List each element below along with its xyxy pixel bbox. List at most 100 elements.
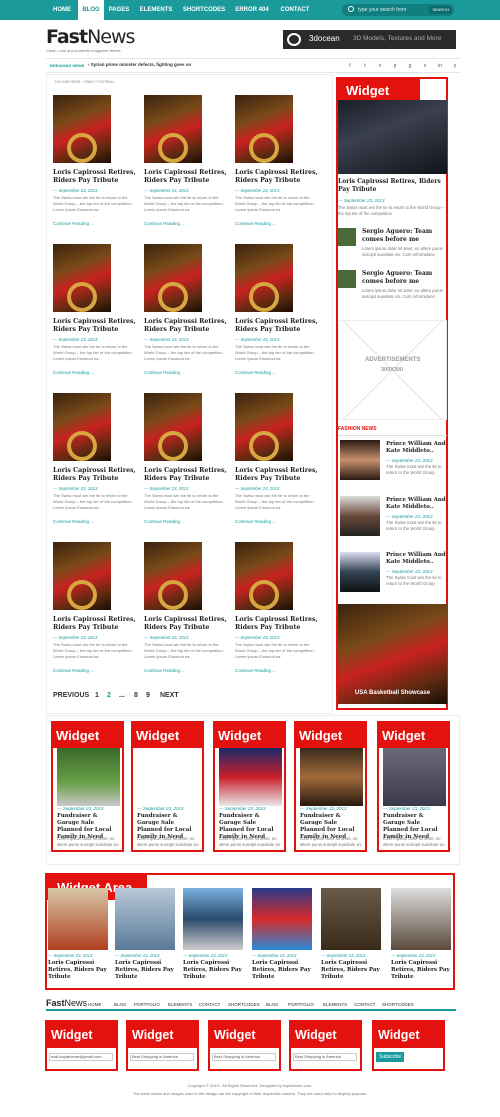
footer-nav-link[interactable]: SHORTCODES (228, 1002, 260, 1007)
pager-2[interactable]: 2 (107, 692, 111, 699)
post-title[interactable]: Loris Capirossi Retires, Riders Pay Trib… (235, 467, 319, 483)
footer-nav-link[interactable]: PORTFOLIO (134, 1002, 160, 1007)
post-title[interactable]: Loris Capirossi Retires, Riders Pay Trib… (235, 318, 319, 334)
footer-nav-link[interactable]: HOME (88, 1002, 102, 1007)
post-title[interactable]: Loris Capirossi Retires, Riders Pay Trib… (144, 467, 228, 483)
carousel-title[interactable]: Loris Capirossi Retires, Riders Pay Trib… (48, 960, 112, 981)
post-thumbnail[interactable] (144, 542, 202, 610)
post-thumbnail[interactable] (144, 95, 202, 163)
footer-logo[interactable]: FastNews (46, 998, 87, 1008)
post-thumbnail[interactable] (144, 393, 202, 461)
carousel-image[interactable] (183, 888, 243, 950)
continue-reading-link[interactable]: Continue Reading ... (144, 221, 185, 226)
carousel-title[interactable]: Loris Capirossi Retires, Riders Pay Trib… (115, 960, 179, 981)
nav-shortcodes[interactable]: Shortcodes (178, 0, 230, 20)
carousel-title[interactable]: Loris Capirossi Retires, Riders Pay Trib… (183, 960, 247, 981)
footer-nav-link[interactable]: ELEMENTS (323, 1002, 347, 1007)
nav-elements[interactable]: Elements (134, 0, 178, 20)
subscribe-button[interactable]: Subscribe (376, 1052, 405, 1062)
post-thumbnail[interactable] (53, 393, 111, 461)
carousel-image[interactable] (391, 888, 451, 950)
fashion-title[interactable]: Prince William And Kate Middleto.. (386, 441, 446, 455)
continue-reading-link[interactable]: Continue Reading ... (144, 668, 185, 673)
carousel-title[interactable]: Loris Capirossi Retires, Riders Pay Trib… (391, 960, 455, 981)
carousel-image[interactable] (252, 888, 312, 950)
usa-feature-image[interactable]: USA Basketball Showcase (338, 604, 447, 704)
nav-error[interactable]: Error 404 (230, 0, 274, 20)
post-title[interactable]: Loris Capirossi Retires, Riders Pay Trib… (144, 616, 228, 632)
carousel-title[interactable]: Loris Capirossi Retires, Riders Pay Trib… (252, 960, 316, 981)
post-title[interactable]: Loris Capirossi Retires, Riders Pay Trib… (144, 169, 228, 185)
continue-reading-link[interactable]: Continue Reading ... (235, 221, 276, 226)
post-thumbnail[interactable] (53, 244, 111, 312)
fashion-thumb[interactable] (340, 440, 380, 480)
widget-image[interactable] (300, 748, 363, 806)
pager-8[interactable]: 8 (134, 692, 138, 699)
fashion-title[interactable]: Prince William And Kate Middleto.. (386, 552, 446, 566)
post-thumbnail[interactable] (235, 244, 293, 312)
site-logo[interactable]: FastNews (46, 26, 135, 48)
footer-nav-link[interactable]: PORTFOLIO (288, 1002, 314, 1007)
fashion-title[interactable]: Prince William And Kate Middleto.. (386, 497, 446, 511)
vimeo-icon[interactable]: v (376, 62, 384, 70)
continue-reading-link[interactable]: Continue Reading ... (53, 519, 94, 524)
continue-reading-link[interactable]: Continue Reading ... (53, 221, 94, 226)
continue-reading-link[interactable]: Continue Reading ... (235, 519, 276, 524)
footer-nav-link[interactable]: BLOG (266, 1002, 279, 1007)
continue-reading-link[interactable]: Continue Reading ... (53, 668, 94, 673)
post-title[interactable]: Loris Capirossi Retires, Riders Pay Trib… (144, 318, 228, 334)
carousel-image[interactable] (321, 888, 381, 950)
post-thumbnail[interactable] (235, 542, 293, 610)
carousel-image[interactable] (115, 888, 175, 950)
post-title[interactable]: Loris Capirossi Retires, Riders Pay Trib… (53, 467, 137, 483)
sidebar-feature-title[interactable]: Loris Capirossi Retires, Riders Pay Trib… (338, 178, 448, 194)
footer-nav-link[interactable]: SHORTCODES (382, 1002, 414, 1007)
linkedin-icon[interactable]: in (436, 62, 444, 70)
shopping-field[interactable]: Best Shopping in America (130, 1053, 194, 1061)
shopping-field[interactable]: Best Shopping in America (212, 1053, 276, 1061)
breaking-text[interactable]: › Syrian prime minister defects, fightin… (88, 62, 191, 67)
continue-reading-link[interactable]: Continue Reading ... (144, 370, 185, 375)
pager-1[interactable]: 1 (95, 692, 99, 699)
header-banner[interactable]: 3docean 3D Models, Textures and More (283, 30, 456, 49)
pager-prev[interactable]: PREVIOUS (53, 692, 89, 699)
email-field[interactable]: mail.kopatheme@gmail.com (49, 1053, 113, 1061)
continue-reading-link[interactable]: Continue Reading ... (235, 370, 276, 375)
shopping-field[interactable]: Best Shopping in America (293, 1053, 357, 1061)
post-thumbnail[interactable] (144, 244, 202, 312)
footer-nav-link[interactable]: ELEMENTS (168, 1002, 192, 1007)
carousel-title[interactable]: Loris Capirossi Retires, Riders Pay Trib… (321, 960, 385, 981)
fashion-thumb[interactable] (340, 552, 380, 592)
nav-home[interactable]: Home (46, 0, 78, 20)
facebook-icon[interactable]: f (346, 62, 354, 70)
flickr-icon[interactable]: x (421, 62, 429, 70)
pager-9[interactable]: 9 (146, 692, 150, 699)
sidebar-feature-image[interactable] (338, 100, 447, 174)
nav-pages[interactable]: Pages (104, 0, 134, 20)
post-thumbnail[interactable] (53, 95, 111, 163)
search-button[interactable]: SEARCH (429, 6, 452, 14)
carousel-image[interactable] (48, 888, 108, 950)
post-title[interactable]: Loris Capirossi Retires, Riders Pay Trib… (235, 169, 319, 185)
post-thumbnail[interactable] (235, 95, 293, 163)
advertisement-box[interactable]: ADVERTISEMENTS 300X300 (338, 320, 447, 420)
continue-reading-link[interactable]: Continue Reading ... (235, 668, 276, 673)
widget-image[interactable] (219, 748, 282, 806)
pager-next[interactable]: NEXT (160, 692, 179, 699)
comment-title[interactable]: Sergio Aguero: Team comes before me (362, 270, 447, 286)
nav-blog[interactable]: Blog (78, 0, 104, 20)
comment-title[interactable]: Sergio Aguero: Team comes before me (362, 228, 447, 244)
post-title[interactable]: Loris Capirossi Retires, Riders Pay Trib… (53, 169, 137, 185)
widget-image[interactable] (57, 748, 120, 806)
continue-reading-link[interactable]: Continue Reading ... (144, 519, 185, 524)
continue-reading-link[interactable]: Continue Reading ... (53, 370, 94, 375)
search-input[interactable] (358, 5, 428, 15)
pinterest-icon[interactable]: p (391, 62, 399, 70)
footer-nav-link[interactable]: CONTACT (354, 1002, 375, 1007)
post-title[interactable]: Loris Capirossi Retires, Riders Pay Trib… (53, 318, 137, 334)
nav-contact[interactable]: Contact (274, 0, 316, 20)
footer-nav-link[interactable]: CONTACT (199, 1002, 220, 1007)
footer-nav-link[interactable]: BLOG (114, 1002, 127, 1007)
post-title[interactable]: Loris Capirossi Retires, Riders Pay Trib… (53, 616, 137, 632)
fashion-thumb[interactable] (340, 496, 380, 536)
